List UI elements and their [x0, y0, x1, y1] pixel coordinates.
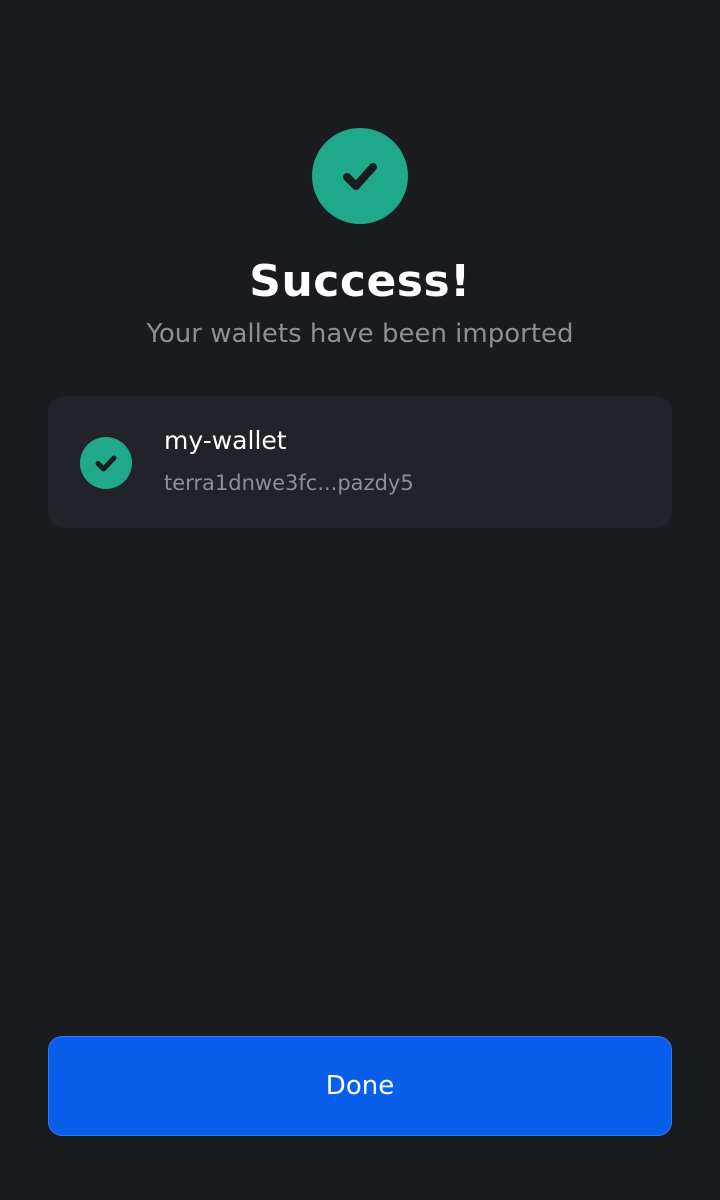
- page-title: Success!: [249, 256, 471, 307]
- check-icon: [343, 163, 377, 190]
- page-subtitle: Your wallets have been imported: [146, 319, 574, 349]
- success-check-icon: [312, 128, 408, 224]
- wallet-card: my-wallet terra1dnwe3fc...pazdy5: [48, 396, 672, 528]
- wallet-address: terra1dnwe3fc...pazdy5: [164, 471, 414, 495]
- wallet-name: my-wallet: [164, 426, 287, 455]
- check-icon: [95, 455, 117, 472]
- wallet-check-icon: [80, 437, 132, 489]
- done-button[interactable]: Done: [48, 1036, 672, 1136]
